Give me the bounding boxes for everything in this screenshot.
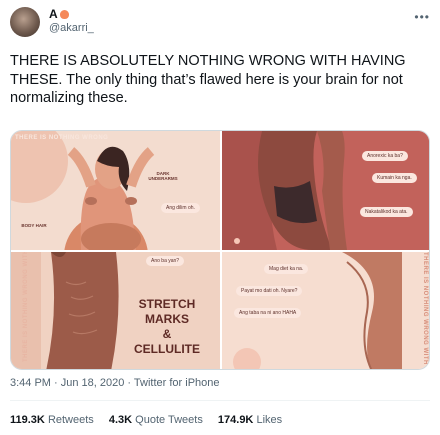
tile-side-text: THERE IS NOTHING WRONG WITH YO — [422, 252, 428, 370]
author-name[interactable]: A — [49, 7, 69, 21]
tweet: A @akarri_ ••• THERE IS ABSOLUTELY NOTHI… — [0, 0, 440, 435]
divider — [10, 400, 430, 401]
quote-tweets-label: Quote Tweets — [135, 414, 203, 426]
likes-stat[interactable]: 174.9K Likes — [218, 414, 282, 426]
speech-bubble: Kumain ka nga. — [372, 173, 417, 183]
media-tile-1[interactable]: THERE IS NOTHING WRONG DARK UNDERARMS BO… — [11, 131, 220, 250]
stretch-marks-heading: STRETCH MARKS & CELLULITE — [119, 297, 215, 357]
heading-line: & — [162, 327, 172, 341]
speech-bubble: Mag diet ka na. — [264, 264, 309, 274]
label-dark-underarms: DARK UNDERARMS — [148, 171, 178, 181]
speech-bubble: Nakatalikod ka ata. — [360, 207, 413, 217]
retweets-label: Retweets — [47, 414, 94, 426]
illustration-underarms — [11, 131, 220, 250]
likes-count: 174.9K — [217, 414, 254, 426]
tile-overlay-text: THERE IS NOTHING WRONG — [15, 135, 109, 141]
speech-bubble: Payat mo dati oh. Nyare? — [236, 286, 303, 296]
media-tile-2[interactable]: Anorexic ka ba? Kumain ka nga. Nakatalik… — [222, 131, 429, 250]
media-tile-4[interactable]: Mag diet ka na. Payat mo dati oh. Nyare?… — [222, 252, 429, 370]
tweet-stats: 119.3K Retweets 4.3K Quote Tweets 174.9K… — [10, 414, 294, 426]
label-body-hair: BODY HAIR — [21, 223, 47, 228]
tweet-text: THERE IS ABSOLUTELY NOTHING WRONG WITH H… — [10, 53, 406, 106]
retweets-count: 119.3K — [10, 414, 45, 426]
peach-emoji-icon — [59, 10, 69, 19]
likes-label: Likes — [256, 414, 283, 426]
tweet-timestamp[interactable]: 3:44 PM · Jun 18, 2020 · Twitter for iPh… — [10, 377, 220, 389]
speech-bubble: Anorexic ka ba? — [362, 151, 408, 161]
heading-line: STRETCH — [138, 297, 196, 311]
heading-line: CELLULITE — [134, 342, 200, 356]
tile-side-text: THERE IS NOTHING WRONG WITH YOU — [23, 252, 29, 362]
speech-bubble: Ano ba yan? — [146, 256, 185, 266]
retweets-stat[interactable]: 119.3K Retweets — [10, 414, 94, 426]
quote-tweets-stat[interactable]: 4.3K Quote Tweets — [109, 414, 203, 426]
media-grid[interactable]: THERE IS NOTHING WRONG DARK UNDERARMS BO… — [10, 130, 430, 370]
more-horizontal-icon[interactable]: ••• — [414, 10, 430, 24]
heading-line: MARKS — [145, 312, 189, 326]
illustration-thin-body — [222, 131, 429, 250]
media-tile-3[interactable]: THERE IS NOTHING WRONG WITH YOU Ano ba y… — [11, 252, 220, 369]
author-handle[interactable]: @akarri_ — [49, 22, 94, 34]
speech-bubble: Ang dilim oh. — [161, 203, 200, 213]
quote-tweets-count: 4.3K — [108, 414, 133, 426]
avatar[interactable] — [10, 7, 40, 37]
author-name-text: A — [49, 7, 58, 21]
speech-bubble: Ang taba na ni ano HAHA — [234, 308, 302, 318]
